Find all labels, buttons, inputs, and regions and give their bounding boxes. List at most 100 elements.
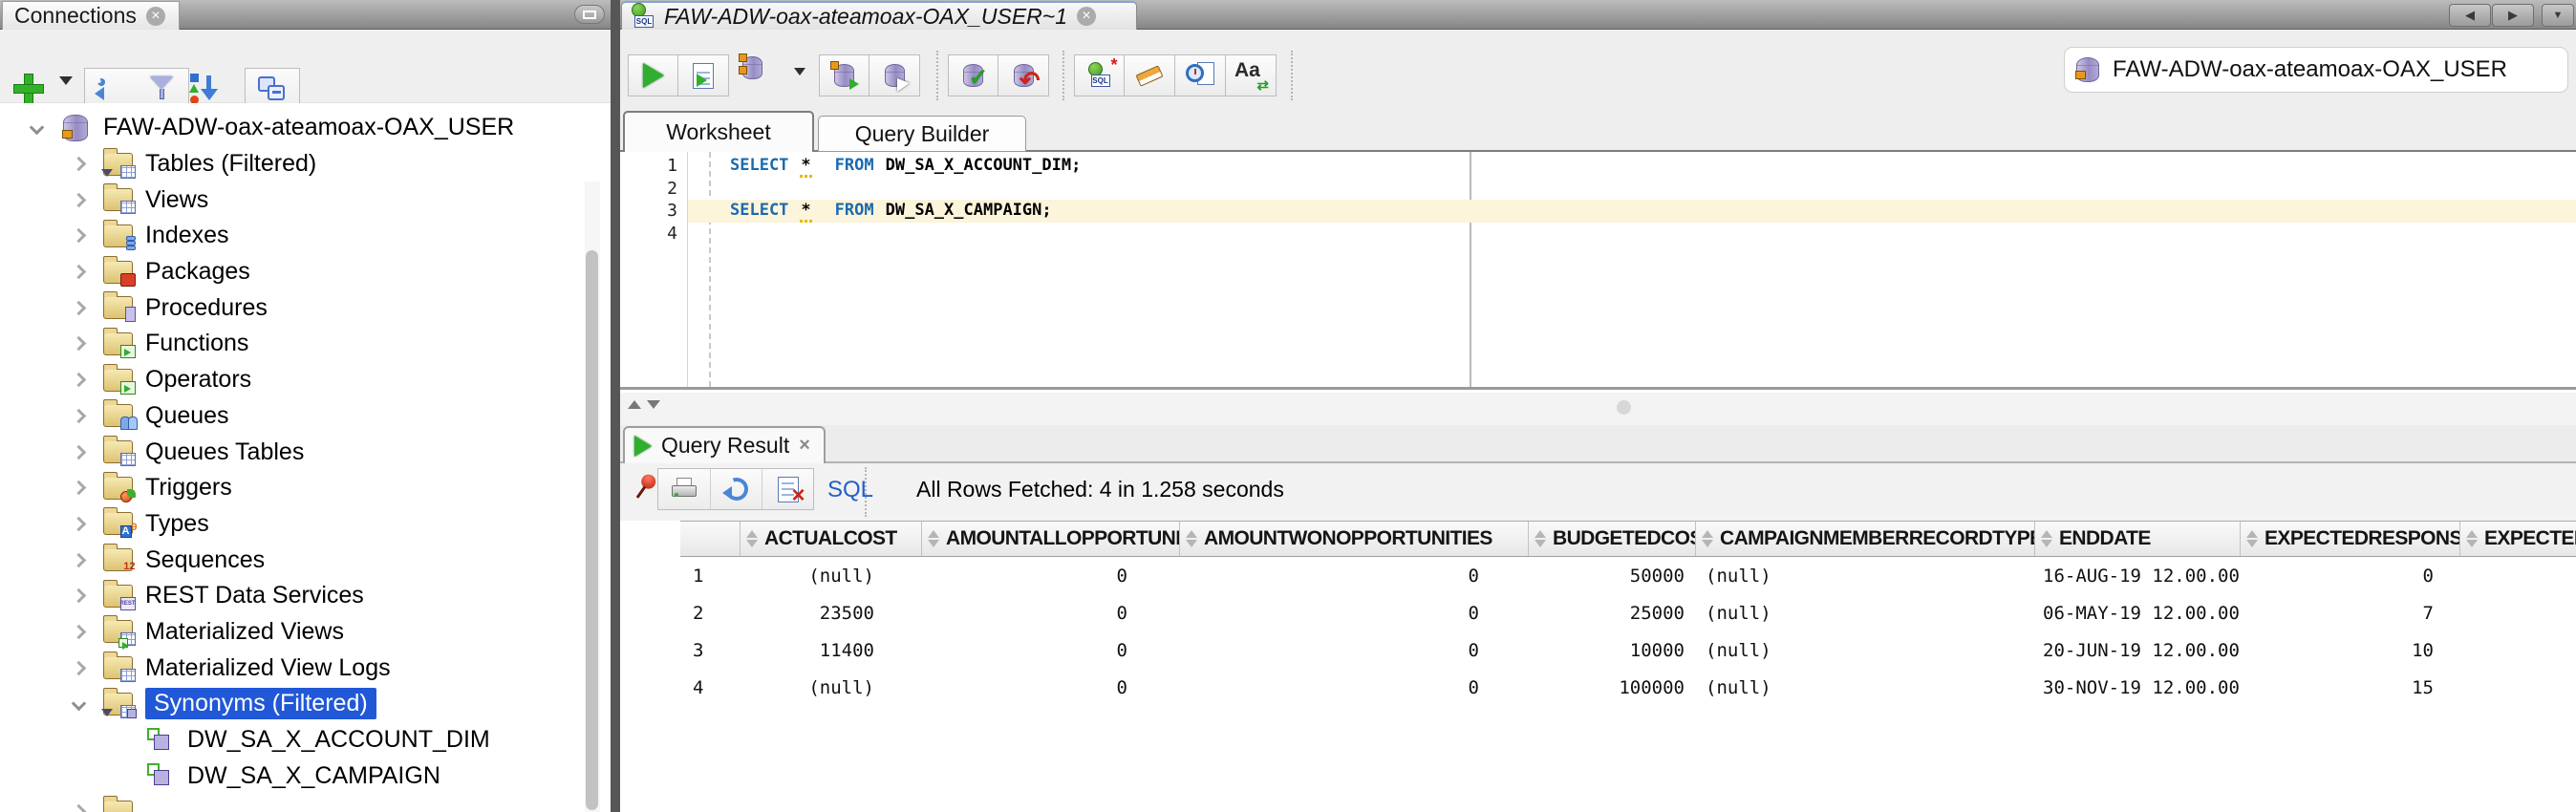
- column-header-expectedresponse[interactable]: EXPECTEDRESPONSE: [2241, 522, 2460, 556]
- sql-editor[interactable]: 1 2 3 4 SELECT * FROM DW_SA_X_ACCOUNT_DIM; …: [620, 152, 2576, 390]
- splitter-grip[interactable]: [1617, 400, 1631, 415]
- close-icon[interactable]: ×: [145, 6, 165, 26]
- chevron-right-icon[interactable]: [67, 480, 90, 496]
- cell-budgetedcost[interactable]: 10000: [1529, 631, 1696, 669]
- sidebar-item-indexes[interactable]: Indexes: [0, 218, 583, 254]
- sidebar-item-partially-visible[interactable]: [0, 794, 583, 812]
- run-statement-button[interactable]: [628, 54, 678, 96]
- chevron-right-icon[interactable]: [67, 660, 90, 675]
- cancel-fetch-button[interactable]: ×: [762, 469, 813, 509]
- cell-actualcost[interactable]: (null): [741, 557, 922, 594]
- column-header-budgetedcost[interactable]: BUDGETEDCOST: [1529, 522, 1696, 556]
- close-icon[interactable]: ×: [1077, 7, 1097, 26]
- code-line-1[interactable]: SELECT * FROM DW_SA_X_ACCOUNT_DIM;: [688, 155, 2576, 178]
- tab-worksheet[interactable]: Worksheet: [623, 111, 814, 152]
- sort-icon[interactable]: [2246, 530, 2258, 547]
- sidebar-item-triggers[interactable]: Triggers: [0, 470, 583, 506]
- sort-icon[interactable]: [746, 530, 758, 547]
- cell-amountwonopportunities[interactable]: 0: [1180, 557, 1529, 594]
- code-line-4[interactable]: [688, 223, 2576, 246]
- chevron-right-icon[interactable]: [67, 552, 90, 567]
- chevron-right-icon[interactable]: [67, 408, 90, 424]
- splitter-down-icon[interactable]: [647, 400, 660, 409]
- change-case-button[interactable]: Aa ⇄: [1226, 54, 1277, 96]
- tree-scrollbar-thumb[interactable]: [586, 250, 598, 810]
- chevron-right-icon[interactable]: [67, 264, 90, 280]
- chevron-right-icon[interactable]: [67, 336, 90, 352]
- cell-amountallopportunities[interactable]: 0: [922, 670, 1180, 707]
- column-header-amountallopportunities[interactable]: AMOUNTALLOPPORTUNITIES: [922, 522, 1180, 556]
- table-row[interactable]: 4 (null) 0 0 100000 (null) 30-NOV-19 12.…: [680, 670, 2576, 707]
- code-line-2[interactable]: [688, 178, 2576, 201]
- cell-enddate[interactable]: 20-JUN-19 12.00.00: [2035, 631, 2241, 669]
- connection-selector[interactable]: FAW-ADW-oax-ateamoax-OAX_USER: [2064, 47, 2568, 93]
- chevron-expanded-icon[interactable]: [67, 696, 90, 712]
- sidebar-item-functions[interactable]: Functions: [0, 326, 583, 362]
- chevron-right-icon[interactable]: [67, 804, 90, 812]
- sidebar-item-types[interactable]: A9 Types: [0, 506, 583, 543]
- chevron-right-icon[interactable]: [67, 156, 90, 172]
- chevron-right-icon[interactable]: [67, 228, 90, 244]
- cell-expectedresponse[interactable]: 0: [2241, 557, 2460, 594]
- panel-minimize-button[interactable]: [574, 5, 605, 24]
- autotrace-button[interactable]: [739, 53, 762, 98]
- sidebar-item-queues[interactable]: Queues: [0, 398, 583, 435]
- cell-campaignmemberrecordtypeid[interactable]: (null): [1696, 557, 2035, 594]
- sidebar-item-sequences[interactable]: 12 Sequences: [0, 542, 583, 578]
- cell-expected-truncated[interactable]: [2460, 631, 2576, 669]
- sidebar-item-synonyms[interactable]: Synonyms (Filtered): [0, 686, 583, 722]
- tree-item-synonym-dw-sa-x-account-dim[interactable]: DW_SA_X_ACCOUNT_DIM: [0, 722, 583, 759]
- column-header-amountwonopportunities[interactable]: AMOUNTWONOPPORTUNITIES: [1180, 522, 1529, 556]
- tab-list-dropdown-button[interactable]: ▼: [2542, 4, 2574, 27]
- sql-history-button[interactable]: [1175, 54, 1226, 96]
- column-header-enddate[interactable]: ENDDATE: [2035, 522, 2241, 556]
- cell-expected-truncated[interactable]: [2460, 557, 2576, 594]
- sort-icon[interactable]: [2041, 530, 2052, 547]
- cell-actualcost[interactable]: 11400: [741, 631, 922, 669]
- cell-expectedresponse[interactable]: 7: [2241, 594, 2460, 631]
- cell-campaignmemberrecordtypeid[interactable]: (null): [1696, 594, 2035, 631]
- sort-icon[interactable]: [1186, 530, 1197, 547]
- cell-amountallopportunities[interactable]: 0: [922, 557, 1180, 594]
- chevron-right-icon[interactable]: [67, 588, 90, 604]
- cell-budgetedcost[interactable]: 50000: [1529, 557, 1696, 594]
- sidebar-item-procedures[interactable]: Procedures: [0, 289, 583, 326]
- cell-expected-truncated[interactable]: [2460, 594, 2576, 631]
- column-header-actualcost[interactable]: ACTUALCOST: [741, 522, 922, 556]
- print-button[interactable]: [658, 469, 710, 509]
- cell-expected-truncated[interactable]: [2460, 670, 2576, 707]
- cell-expectedresponse[interactable]: 15: [2241, 670, 2460, 707]
- cell-actualcost[interactable]: (null): [741, 670, 922, 707]
- autotrace-dropdown[interactable]: [794, 68, 805, 110]
- chevron-right-icon[interactable]: [67, 192, 90, 207]
- chevron-right-icon[interactable]: [67, 300, 90, 316]
- row-number-cell[interactable]: 2: [680, 594, 741, 631]
- tree-item-synonym-dw-sa-x-campaign[interactable]: DW_SA_X_CAMPAIGN: [0, 758, 583, 794]
- cell-amountallopportunities[interactable]: 0: [922, 594, 1180, 631]
- sidebar-item-operators[interactable]: Operators: [0, 362, 583, 398]
- sidebar-item-views[interactable]: Views: [0, 182, 583, 218]
- cell-amountwonopportunities[interactable]: 0: [1180, 670, 1529, 707]
- code-line-3-current[interactable]: SELECT * FROM DW_SA_X_CAMPAIGN;: [688, 200, 2576, 224]
- sort-icon[interactable]: [1702, 530, 1713, 547]
- unshared-worksheet-button[interactable]: SQL *: [1074, 54, 1125, 96]
- tab-query-result[interactable]: Query Result ×: [623, 426, 826, 463]
- run-script-button[interactable]: [678, 54, 729, 96]
- tree-scrollbar-track[interactable]: [585, 182, 600, 812]
- editor-results-splitter[interactable]: [620, 393, 2576, 425]
- cell-budgetedcost[interactable]: 25000: [1529, 594, 1696, 631]
- sidebar-item-packages[interactable]: Packages: [0, 254, 583, 290]
- cell-campaignmemberrecordtypeid[interactable]: (null): [1696, 670, 2035, 707]
- cell-expectedresponse[interactable]: 10: [2241, 631, 2460, 669]
- sql-tuning-advisory-button[interactable]: [869, 54, 920, 96]
- column-header-campaignmemberrecordtypeid[interactable]: CAMPAIGNMEMBERRECORDTYPEID: [1696, 522, 2035, 556]
- cell-enddate[interactable]: 06-MAY-19 12.00.00: [2035, 594, 2241, 631]
- sort-icon[interactable]: [928, 530, 939, 547]
- chevron-right-icon[interactable]: [67, 624, 90, 640]
- sidebar-item-materialized-view-logs[interactable]: Materialized View Logs: [0, 650, 583, 686]
- nav-back-button[interactable]: ◀: [2449, 4, 2491, 27]
- row-number-cell[interactable]: 4: [680, 670, 741, 707]
- add-connection-dropdown[interactable]: [59, 76, 73, 102]
- chevron-right-icon[interactable]: [67, 444, 90, 459]
- cell-amountwonopportunities[interactable]: 0: [1180, 594, 1529, 631]
